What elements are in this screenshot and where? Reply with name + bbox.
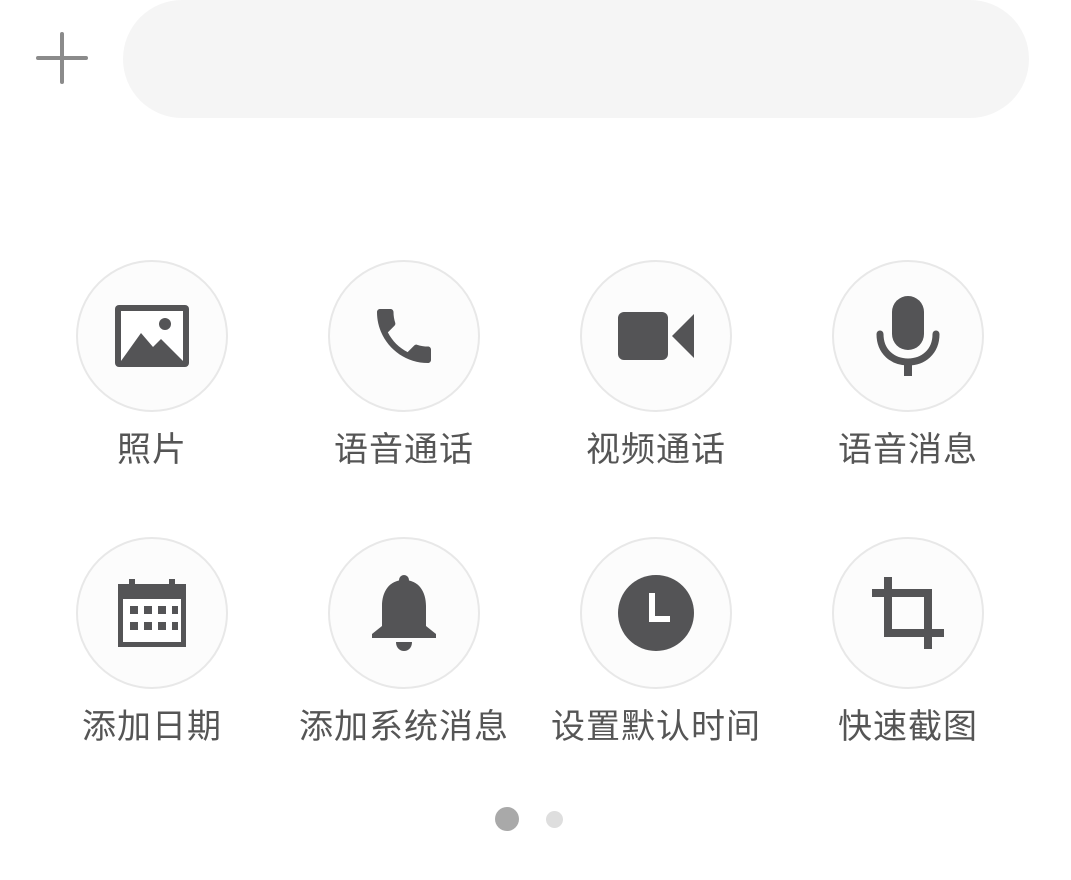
action-voice-message-label: 语音消息 [838,430,978,470]
action-add-system-message-label: 添加系统消息 [299,707,509,747]
image-icon [115,305,189,367]
action-voice-message-circle [832,260,984,412]
video-camera-icon [618,312,694,360]
clock-icon [618,575,694,651]
action-voice-call-label: 语音通话 [334,430,474,470]
action-quick-screenshot[interactable]: 快速截图 [782,537,1034,814]
action-add-date[interactable]: 添加日期 [26,537,278,814]
add-plus-button[interactable] [34,30,90,86]
calendar-icon [118,579,186,647]
phone-icon [377,309,431,363]
action-photo[interactable]: 照片 [26,260,278,537]
message-input[interactable] [123,0,1029,118]
action-set-default-time[interactable]: 设置默认时间 [530,537,782,814]
action-photo-label: 照片 [117,430,187,470]
action-quick-screenshot-label: 快速截图 [838,707,978,747]
action-voice-message[interactable]: 语音消息 [782,260,1034,537]
page-dot-active[interactable] [495,807,519,831]
page-dot[interactable] [546,811,563,828]
action-add-system-message-circle [328,537,480,689]
action-video-call-circle [580,260,732,412]
chat-toolbar-panel: 照片 语音通话 视频通话 语音消息 添加日期 添加系统消息 设置默认时间 快速截… [0,0,1071,880]
action-set-default-time-label: 设置默认时间 [551,707,761,747]
action-set-default-time-circle [580,537,732,689]
action-video-call-label: 视频通话 [586,430,726,470]
page-indicator [0,807,1071,833]
action-row-1: 照片 语音通话 视频通话 语音消息 [26,260,1034,537]
microphone-icon [876,296,940,376]
action-add-system-message[interactable]: 添加系统消息 [278,537,530,814]
crop-icon [872,577,944,649]
action-voice-call[interactable]: 语音通话 [278,260,530,537]
action-row-2: 添加日期 添加系统消息 设置默认时间 快速截图 [26,537,1034,814]
action-quick-screenshot-circle [832,537,984,689]
bell-icon [372,575,436,651]
plus-icon-vertical [60,32,64,84]
action-video-call[interactable]: 视频通话 [530,260,782,537]
action-grid: 照片 语音通话 视频通话 语音消息 添加日期 添加系统消息 设置默认时间 快速截… [26,260,1034,814]
action-photo-circle [76,260,228,412]
action-add-date-circle [76,537,228,689]
action-add-date-label: 添加日期 [82,707,222,747]
action-voice-call-circle [328,260,480,412]
